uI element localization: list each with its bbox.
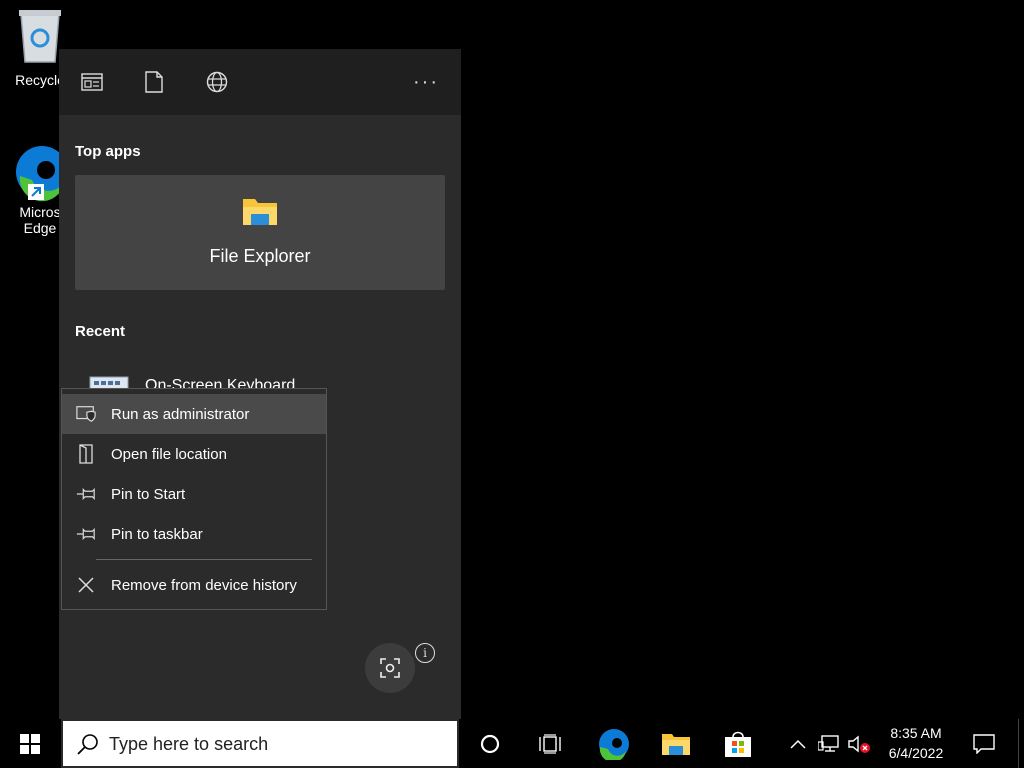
task-view-button[interactable] xyxy=(530,719,570,768)
shield-icon xyxy=(76,404,96,424)
show-desktop-button[interactable] xyxy=(1018,719,1024,768)
cortana-button[interactable] xyxy=(470,719,510,768)
folder-icon xyxy=(662,733,690,755)
pin-icon xyxy=(76,484,96,504)
search-input[interactable] xyxy=(109,731,439,757)
chevron-up-icon xyxy=(790,739,806,749)
menu-item-run-as-administrator[interactable]: Run as administrator xyxy=(62,394,326,434)
show-hidden-icons-button[interactable] xyxy=(786,719,810,768)
menu-item-pin-to-taskbar[interactable]: Pin to taskbar xyxy=(62,514,326,554)
folder-icon xyxy=(243,199,277,225)
pin-icon xyxy=(76,524,96,544)
filter-documents-button[interactable] xyxy=(139,67,169,97)
apps-window-icon xyxy=(81,73,103,91)
notifications-button[interactable] xyxy=(964,719,1004,768)
taskbar-clock[interactable]: 8:35 AM 6/4/2022 xyxy=(876,723,956,763)
filter-web-button[interactable] xyxy=(202,67,232,97)
more-options-button[interactable]: ··· xyxy=(411,67,441,97)
windows-logo-icon xyxy=(20,733,40,754)
taskbar-file-explorer-button[interactable] xyxy=(654,719,698,768)
recent-heading: Recent xyxy=(75,323,126,340)
top-app-file-explorer[interactable]: File Explorer xyxy=(75,175,445,290)
edge-icon xyxy=(599,728,629,760)
menu-item-label: Run as administrator xyxy=(111,405,250,423)
clock-date: 6/4/2022 xyxy=(888,745,944,761)
context-menu: Run as administrator Open file location … xyxy=(61,388,327,610)
info-button[interactable]: i xyxy=(415,643,435,663)
search-panel: ··· Top apps File Explorer Recent On-Scr… xyxy=(59,49,461,719)
volume-muted-icon xyxy=(848,735,870,753)
info-icon: i xyxy=(423,646,427,660)
menu-item-pin-to-start[interactable]: Pin to Start xyxy=(62,474,326,514)
network-button[interactable] xyxy=(816,719,842,768)
volume-button[interactable] xyxy=(846,719,872,768)
top-apps-heading: Top apps xyxy=(75,143,141,160)
menu-item-remove-from-device-history[interactable]: Remove from device history xyxy=(62,565,326,605)
taskbar-search-box[interactable] xyxy=(61,719,459,768)
scan-icon xyxy=(380,658,400,678)
more-options-icon: ··· xyxy=(413,70,439,93)
globe-icon xyxy=(206,71,228,93)
network-icon xyxy=(818,734,839,752)
notification-icon xyxy=(973,733,995,754)
filter-apps-button[interactable] xyxy=(77,67,107,97)
taskbar-store-button[interactable] xyxy=(716,719,760,768)
taskbar: 8:35 AM 6/4/2022 xyxy=(0,719,1024,768)
top-app-label: File Explorer xyxy=(209,246,311,266)
menu-separator xyxy=(96,559,312,560)
close-icon xyxy=(76,575,96,595)
menu-item-label: Remove from device history xyxy=(111,576,297,594)
store-icon xyxy=(725,731,751,757)
clock-time: 8:35 AM xyxy=(890,725,942,741)
menu-item-label: Pin to Start xyxy=(111,485,186,503)
screenshot-search-button[interactable] xyxy=(365,643,415,693)
task-view-icon xyxy=(539,733,561,754)
recycle-bin-icon xyxy=(19,10,61,63)
file-location-icon xyxy=(76,444,96,464)
menu-item-label: Pin to taskbar xyxy=(111,525,203,543)
start-button[interactable] xyxy=(0,719,60,768)
document-icon xyxy=(145,71,163,93)
search-icon xyxy=(77,734,98,755)
taskbar-edge-button[interactable] xyxy=(592,719,636,768)
cortana-icon xyxy=(480,734,500,753)
menu-item-label: Open file location xyxy=(111,445,227,463)
menu-item-open-file-location[interactable]: Open file location xyxy=(62,434,326,474)
search-filter-bar: ··· xyxy=(59,49,461,115)
